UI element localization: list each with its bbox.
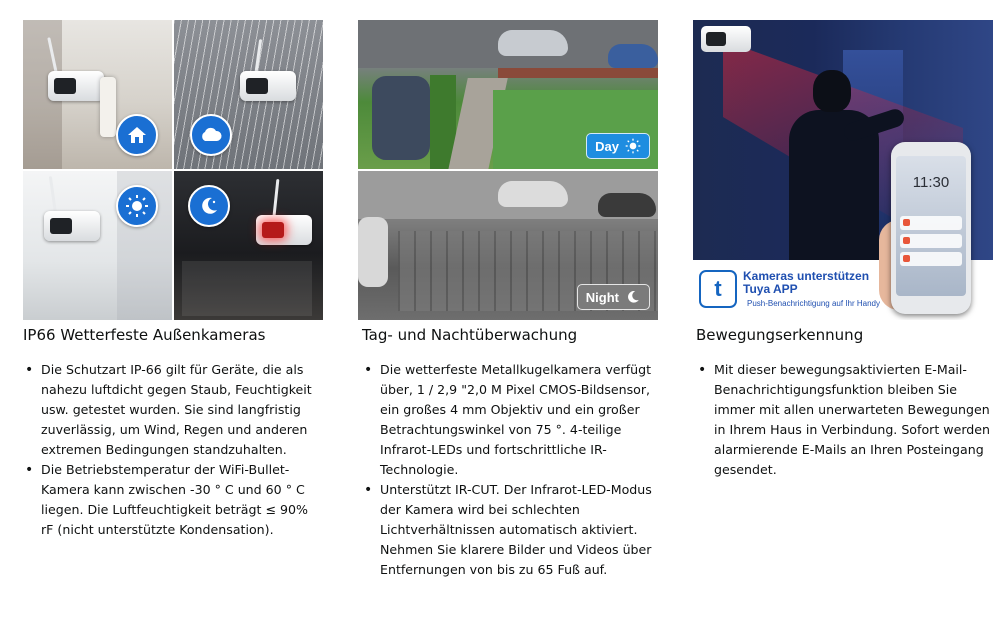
- app-banner-line3: Push-Benachrichtigung auf Ihr Handy: [747, 299, 880, 308]
- heading-motion: Bewegungserkennung: [696, 326, 864, 344]
- night-label: Night: [576, 284, 650, 310]
- day-night-bullets: Die wetterfeste Metallkugelkamera verfüg…: [362, 360, 666, 580]
- smartphone: 11:30: [891, 142, 971, 314]
- moon-icon: [188, 185, 230, 227]
- feature-motion-detection: t Kameras unterstützen Tuya APP Push-Ben…: [693, 20, 993, 320]
- list-item: Mit dieser bewegungsaktivierten E-Mail-B…: [696, 360, 998, 480]
- phone-screen: 11:30: [896, 156, 966, 296]
- rain-tile: [174, 20, 323, 169]
- list-item: Die wetterfeste Metallkugelkamera verfüg…: [362, 360, 666, 480]
- motion-detection-image: t Kameras unterstützen Tuya APP Push-Ben…: [693, 20, 993, 320]
- indoor-tile: [23, 20, 172, 169]
- day-label: Day: [586, 133, 650, 159]
- security-camera: [701, 26, 751, 52]
- notification: [900, 252, 962, 266]
- day-night-images: Day Night: [358, 20, 658, 320]
- list-item: Die Betriebstemperatur der WiFi-Bullet-K…: [23, 460, 321, 540]
- phone-clock: 11:30: [912, 174, 950, 191]
- night-tile: [174, 171, 323, 320]
- list-item: Unterstützt IR-CUT. Der Infrarot-LED-Mod…: [362, 480, 666, 580]
- sun-icon: [625, 138, 641, 154]
- weatherproof-image-grid: [23, 20, 323, 320]
- sunny-tile: [23, 171, 172, 320]
- notification: [900, 216, 962, 230]
- motion-bullets: Mit dieser bewegungsaktivierten E-Mail-B…: [696, 360, 998, 480]
- feature-weatherproof: [23, 20, 323, 320]
- cloud-icon: [190, 114, 232, 156]
- heading-weatherproof: IP66 Wetterfeste Außenkameras: [23, 326, 266, 344]
- feature-day-night: Day Night: [358, 20, 658, 320]
- app-banner-line2: Tuya APP: [743, 282, 798, 296]
- tuya-logo-icon: t: [699, 270, 737, 308]
- heading-day-night: Tag- und Nachtüberwachung: [362, 326, 578, 344]
- night-scene: Night: [358, 171, 658, 320]
- day-scene: Day: [358, 20, 658, 169]
- moon-icon: [628, 291, 639, 303]
- sun-icon: [116, 185, 158, 227]
- notification: [900, 234, 962, 248]
- home-icon: [116, 114, 158, 156]
- weatherproof-bullets: Die Schutzart IP-66 gilt für Geräte, die…: [23, 360, 321, 540]
- list-item: Die Schutzart IP-66 gilt für Geräte, die…: [23, 360, 321, 460]
